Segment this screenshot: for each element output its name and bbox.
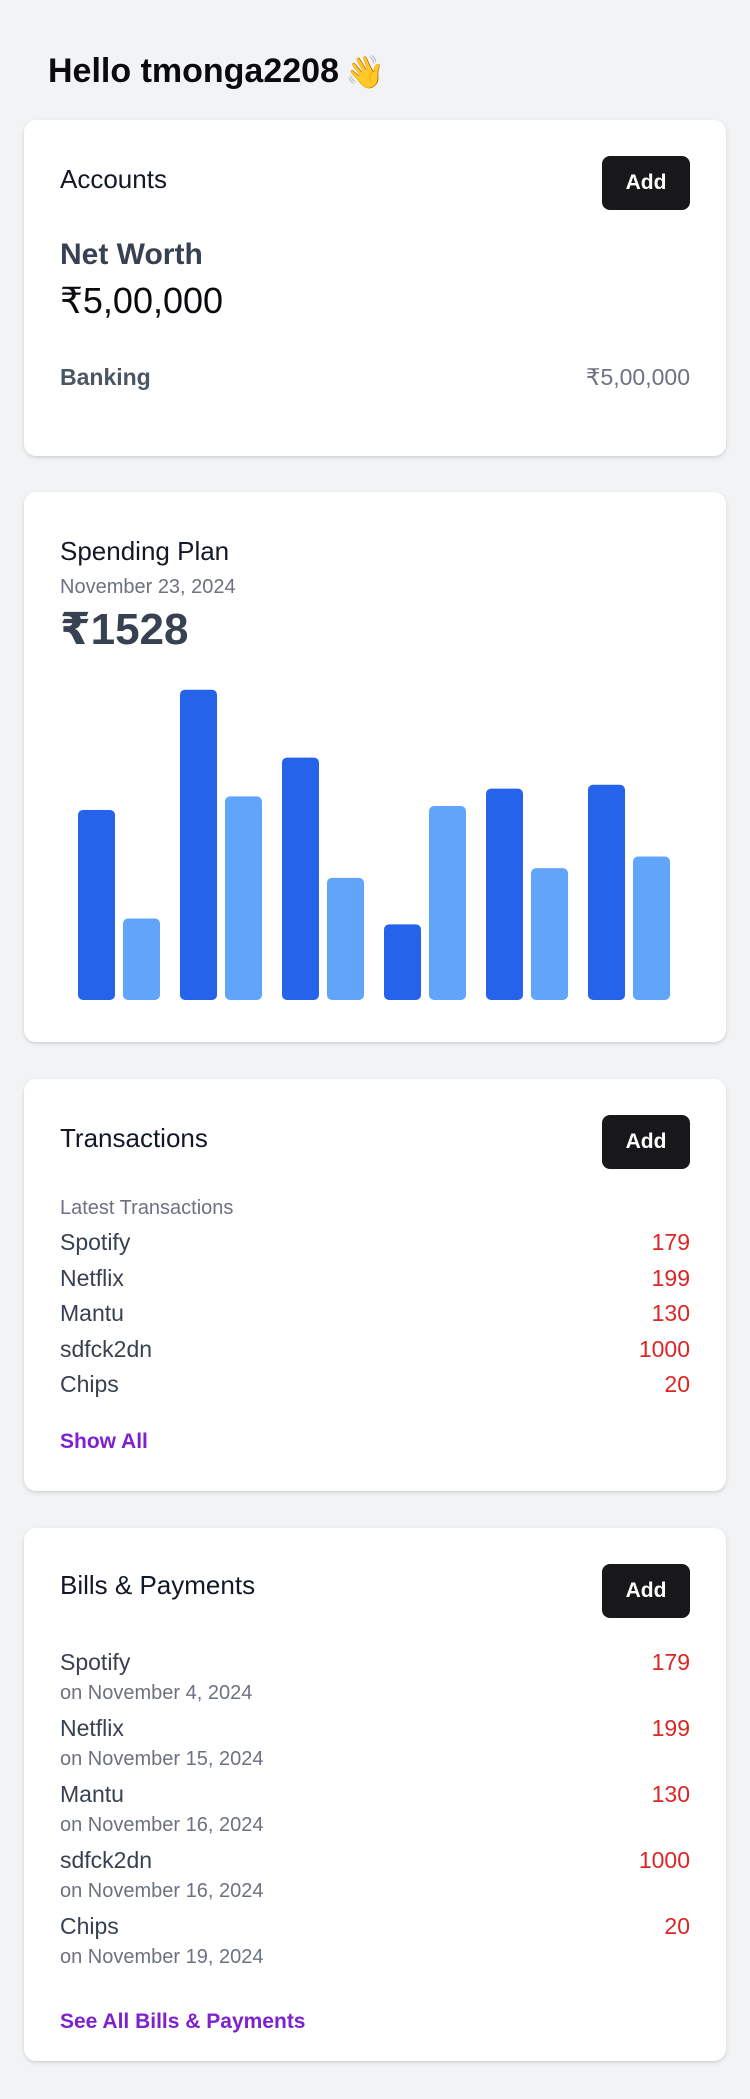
transaction-name: Chips	[60, 1371, 119, 1398]
add-account-button[interactable]: Add	[602, 156, 690, 210]
transactions-card: Transactions Add Latest Transactions Spo…	[24, 1079, 726, 1491]
latest-transactions-label: Latest Transactions	[60, 1197, 234, 1219]
transaction-row[interactable]: Spotify 179	[60, 1225, 690, 1261]
transaction-name: Spotify	[60, 1229, 131, 1256]
spending-bar-chart	[78, 689, 670, 1000]
chart-bar-s2-g2	[225, 796, 262, 1000]
bill-amount: 179	[651, 1648, 690, 1675]
bill-date: on November 15, 2024	[60, 1747, 264, 1770]
transaction-row[interactable]: Chips 20	[60, 1367, 690, 1403]
transactions-title: Transactions	[60, 1123, 208, 1153]
bill-amount: 199	[651, 1714, 690, 1741]
transaction-amount: 20	[664, 1371, 690, 1398]
see-all-bills-link[interactable]: See All Bills & Payments	[60, 2010, 306, 2034]
transaction-name: Netflix	[60, 1264, 124, 1291]
transaction-row[interactable]: sdfck2dn 1000	[60, 1332, 690, 1368]
bill-date: on November 19, 2024	[60, 1945, 264, 1968]
transaction-amount: 199	[651, 1264, 690, 1291]
bills-list: Spotify 179 on November 4, 2024 Netflix …	[60, 1646, 690, 1976]
chart-bar-s1-g6	[588, 784, 625, 1000]
transaction-row[interactable]: Netflix 199	[60, 1261, 690, 1297]
chart-bar-s1-g2	[180, 689, 217, 1000]
bill-name: Netflix	[60, 1714, 124, 1741]
transaction-row[interactable]: Mantu 130	[60, 1296, 690, 1332]
transactions-list: Spotify 179 Netflix 199 Mantu 130 sdfck2…	[60, 1225, 690, 1403]
chart-bar-s1-g1	[78, 809, 115, 1000]
chart-bar-s2-g5	[531, 868, 568, 1000]
bill-amount: 130	[651, 1780, 690, 1807]
add-bill-button[interactable]: Add	[602, 1564, 690, 1618]
bill-item[interactable]: sdfck2dn 1000 on November 16, 2024	[60, 1844, 690, 1910]
chart-bar-s2-g3	[327, 877, 364, 1000]
bill-amount: 1000	[638, 1846, 690, 1873]
accounts-title: Accounts	[60, 164, 167, 194]
bill-name: Chips	[60, 1912, 119, 1939]
transaction-name: Mantu	[60, 1300, 124, 1327]
chart-bar-s2-g1	[123, 918, 160, 1000]
bill-item[interactable]: Netflix 199 on November 15, 2024	[60, 1712, 690, 1778]
bill-amount: 20	[664, 1912, 690, 1939]
bills-payments-card: Bills & Payments Add Spotify 179 on Nove…	[24, 1528, 726, 2061]
waving-hand-icon: 👋	[344, 53, 385, 90]
bill-name: Spotify	[60, 1648, 131, 1675]
transaction-amount: 1000	[638, 1335, 690, 1362]
bill-item[interactable]: Chips 20 on November 19, 2024	[60, 1910, 690, 1976]
chart-bar-s1-g5	[486, 788, 523, 1000]
chart-bar-s2-g4	[429, 806, 466, 1000]
bill-name: Mantu	[60, 1780, 124, 1807]
transaction-name: sdfck2dn	[60, 1335, 153, 1362]
spending-plan-card: Spending Plan November 23, 2024 ₹1528	[24, 492, 726, 1042]
accounts-card: Accounts Add Net Worth ₹5,00,000 Banking…	[24, 120, 726, 456]
net-worth-label: Net Worth	[60, 238, 203, 271]
bill-item[interactable]: Mantu 130 on November 16, 2024	[60, 1778, 690, 1844]
show-all-transactions-link[interactable]: Show All	[60, 1430, 148, 1454]
greeting-text: Hello tmonga2208	[48, 52, 339, 90]
greeting-heading: Hello tmonga2208 👋	[48, 52, 385, 91]
bill-date: on November 4, 2024	[60, 1681, 253, 1704]
bill-date: on November 16, 2024	[60, 1813, 264, 1836]
transaction-amount: 179	[651, 1229, 690, 1256]
net-worth-value: ₹5,00,000	[60, 280, 224, 321]
banking-value: ₹5,00,000	[585, 364, 690, 390]
chart-bar-s1-g3	[282, 757, 319, 1000]
bill-item[interactable]: Spotify 179 on November 4, 2024	[60, 1646, 690, 1712]
bill-name: sdfck2dn	[60, 1846, 153, 1873]
bill-date: on November 16, 2024	[60, 1879, 264, 1902]
chart-bar-s2-g6	[633, 856, 670, 1000]
bills-payments-title: Bills & Payments	[60, 1570, 256, 1600]
transaction-amount: 130	[651, 1300, 690, 1327]
banking-label: Banking	[60, 364, 151, 390]
chart-bar-s1-g4	[384, 924, 421, 1000]
add-transaction-button[interactable]: Add	[602, 1115, 690, 1169]
